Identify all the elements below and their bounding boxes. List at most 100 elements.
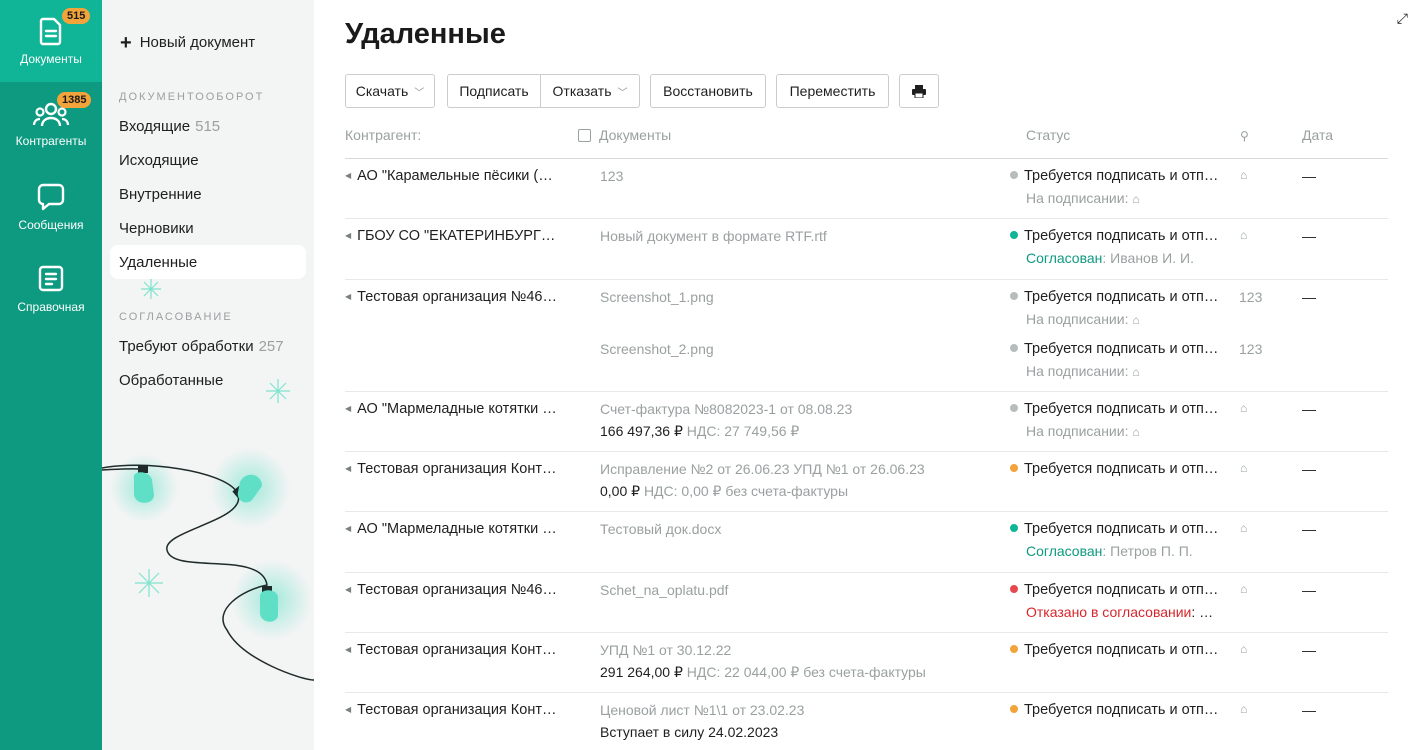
status-substatus: Согласован: Иванов И. И.: [1026, 250, 1194, 266]
counterparty-cell[interactable]: ◀ АО "Мармеладные котятки …: [345, 521, 557, 537]
substatus-label: На подписании:: [1026, 190, 1129, 206]
house-icon: ⌂: [1132, 313, 1140, 327]
status-text: Требуется подписать и отп…: [1024, 461, 1219, 477]
expand-icon[interactable]: ⤢: [1397, 10, 1408, 27]
row-divider: [345, 511, 1388, 512]
house-icon: ⌂: [1132, 365, 1140, 379]
expand-triangle-icon[interactable]: ◀: [345, 292, 351, 301]
help-book-icon: [38, 265, 64, 292]
status-cell: Требуется подписать и отп…: [1010, 702, 1218, 718]
substatus-label: Отказано в согласовании: [1026, 604, 1192, 620]
status-dot-icon: [1010, 705, 1018, 713]
document-name[interactable]: Новый документ в формате RTF.rtf: [600, 228, 827, 244]
document-name[interactable]: УПД №1 от 30.12.22: [600, 642, 731, 658]
sidebar-item-incoming[interactable]: Входящие 515: [110, 109, 306, 143]
status-dot-icon: [1010, 171, 1018, 179]
counterparty-name: Тестовая организация Конт…: [357, 461, 557, 477]
sidebar-item-label: Исходящие: [119, 151, 199, 169]
document-amount: 166 497,36 ₽ НДС: 27 749,56 ₽: [600, 423, 799, 440]
counterparty-name: АО "Мармеладные котятки …: [357, 401, 557, 417]
move-button[interactable]: Переместить: [776, 74, 889, 108]
date-value: —: [1302, 228, 1316, 244]
counterparty-cell[interactable]: ◀ АО "Мармеладные котятки …: [345, 401, 557, 417]
column-header-date[interactable]: Дата: [1302, 127, 1333, 143]
counterparty-cell[interactable]: ◀ Тестовая организация №46…: [345, 582, 557, 598]
document-icon: [39, 17, 62, 46]
new-document-button[interactable]: + Новый документ: [120, 31, 255, 54]
column-header-documents[interactable]: Документы: [578, 127, 671, 143]
reject-button[interactable]: Отказать ﹀: [540, 74, 640, 108]
expand-triangle-icon[interactable]: ◀: [345, 464, 351, 473]
counterparty-name: Тестовая организация Конт…: [357, 642, 557, 658]
document-name[interactable]: Тестовый док.docx: [600, 521, 721, 537]
expand-triangle-icon[interactable]: ◀: [345, 231, 351, 240]
download-label: Скачать: [355, 83, 409, 99]
house-icon: ⌂: [1132, 425, 1140, 439]
document-name[interactable]: Schet_na_oplatu.pdf: [600, 582, 728, 598]
sidebar-item-drafts[interactable]: Черновики: [110, 211, 306, 245]
counterparty-name: АО "Мармеладные котятки …: [357, 521, 557, 537]
document-amount: 0,00 ₽ НДС: 0,00 ₽ без счета-фактуры: [600, 483, 848, 500]
sidebar-item-outgoing[interactable]: Исходящие: [110, 143, 306, 177]
counterparty-cell[interactable]: ◀ Тестовая организация Конт…: [345, 702, 556, 718]
counterparty-cell[interactable]: ◀ Тестовая организация №46…: [345, 289, 557, 305]
expand-triangle-icon[interactable]: ◀: [345, 645, 351, 654]
status-text: Требуется подписать и отп…: [1024, 642, 1219, 658]
sidebar-item-needs-processing[interactable]: Требуют обработки 257: [110, 329, 306, 363]
substatus-more: : …: [1191, 604, 1214, 620]
counterparty-cell[interactable]: ◀ Тестовая организация Конт…: [345, 642, 556, 658]
counterparty-name: ГБОУ СО "ЕКАТЕРИНБУРГ…: [357, 228, 556, 244]
status-dot-icon: [1010, 464, 1018, 472]
plus-icon: +: [120, 31, 132, 54]
status-text: Требуется подписать и отп…: [1024, 582, 1219, 598]
restore-button[interactable]: Восстановить: [650, 74, 766, 108]
document-name[interactable]: Ценовой лист №1\1 от 23.02.23: [600, 702, 804, 718]
sidebar-item-count: 515: [195, 117, 221, 135]
row-divider: [345, 451, 1388, 452]
counterparty-cell[interactable]: ◀ АО "Карамельные пёсики (…: [345, 168, 553, 184]
sidebar-item-internal[interactable]: Внутренние: [110, 177, 306, 211]
expand-triangle-icon[interactable]: ◀: [345, 524, 351, 533]
rail-item-counterparties[interactable]: Контрагенты 1385: [0, 84, 102, 166]
sign-button[interactable]: Подписать: [447, 74, 541, 108]
row-divider: [345, 391, 1388, 392]
sidebar-item-deleted[interactable]: Удаленные: [110, 245, 306, 279]
column-header-counterparty[interactable]: Контрагент:: [345, 127, 421, 143]
counterparty-name: АО "Карамельные пёсики (…: [357, 168, 553, 184]
column-header-tag[interactable]: ⚲: [1240, 127, 1249, 143]
sidebar-item-label: Требуют обработки: [119, 337, 254, 355]
download-button[interactable]: Скачать ﹀: [345, 74, 435, 108]
expand-triangle-icon[interactable]: ◀: [345, 171, 351, 180]
document-name[interactable]: Счет-фактура №8082023-1 от 08.08.23: [600, 401, 852, 417]
amount-value: Вступает в силу 24.02.2023: [600, 724, 779, 740]
document-name[interactable]: Screenshot_1.png: [600, 289, 714, 305]
expand-triangle-icon[interactable]: ◀: [345, 585, 351, 594]
header-divider: [345, 158, 1388, 159]
column-header-status[interactable]: Статус: [1026, 127, 1070, 143]
sidebar-item-label: Черновики: [119, 219, 194, 237]
rail-item-help[interactable]: Справочная: [0, 248, 102, 330]
rail-item-messages[interactable]: Сообщения: [0, 166, 102, 248]
status-cell: Требуется подписать и отп…: [1010, 521, 1218, 537]
counterparty-cell[interactable]: ◀ ГБОУ СО "ЕКАТЕРИНБУРГ…: [345, 228, 555, 244]
house-icon: ⌂: [1132, 192, 1140, 206]
select-all-checkbox[interactable]: [578, 129, 591, 142]
amount-value: 0,00 ₽: [600, 483, 641, 499]
main-content: Удаленные ⤢ Скачать ﹀ Подписать Отказать ﹀…: [314, 0, 1418, 750]
counterparty-name: Тестовая организация №46…: [357, 289, 557, 305]
status-dot-icon: [1010, 292, 1018, 300]
status-text: Требуется подписать и отп…: [1024, 168, 1219, 184]
document-name[interactable]: Исправление №2 от 26.06.23 УПД №1 от 26.…: [600, 461, 925, 477]
substatus-label: На подписании:: [1026, 311, 1129, 327]
expand-triangle-icon[interactable]: ◀: [345, 404, 351, 413]
document-name[interactable]: 123: [600, 168, 623, 184]
house-icon: ⌂: [1240, 461, 1248, 475]
tag-filter-icon: ⚲: [1240, 129, 1249, 143]
date-value: —: [1302, 521, 1316, 537]
expand-triangle-icon[interactable]: ◀: [345, 705, 351, 714]
document-name[interactable]: Screenshot_2.png: [600, 341, 714, 357]
rail-item-documents[interactable]: Документы 515: [0, 0, 102, 82]
print-button[interactable]: [899, 74, 939, 108]
counterparty-cell[interactable]: ◀ Тестовая организация Конт…: [345, 461, 556, 477]
app-rail: Документы 515 Контрагенты 1385 Сообщения…: [0, 0, 102, 750]
